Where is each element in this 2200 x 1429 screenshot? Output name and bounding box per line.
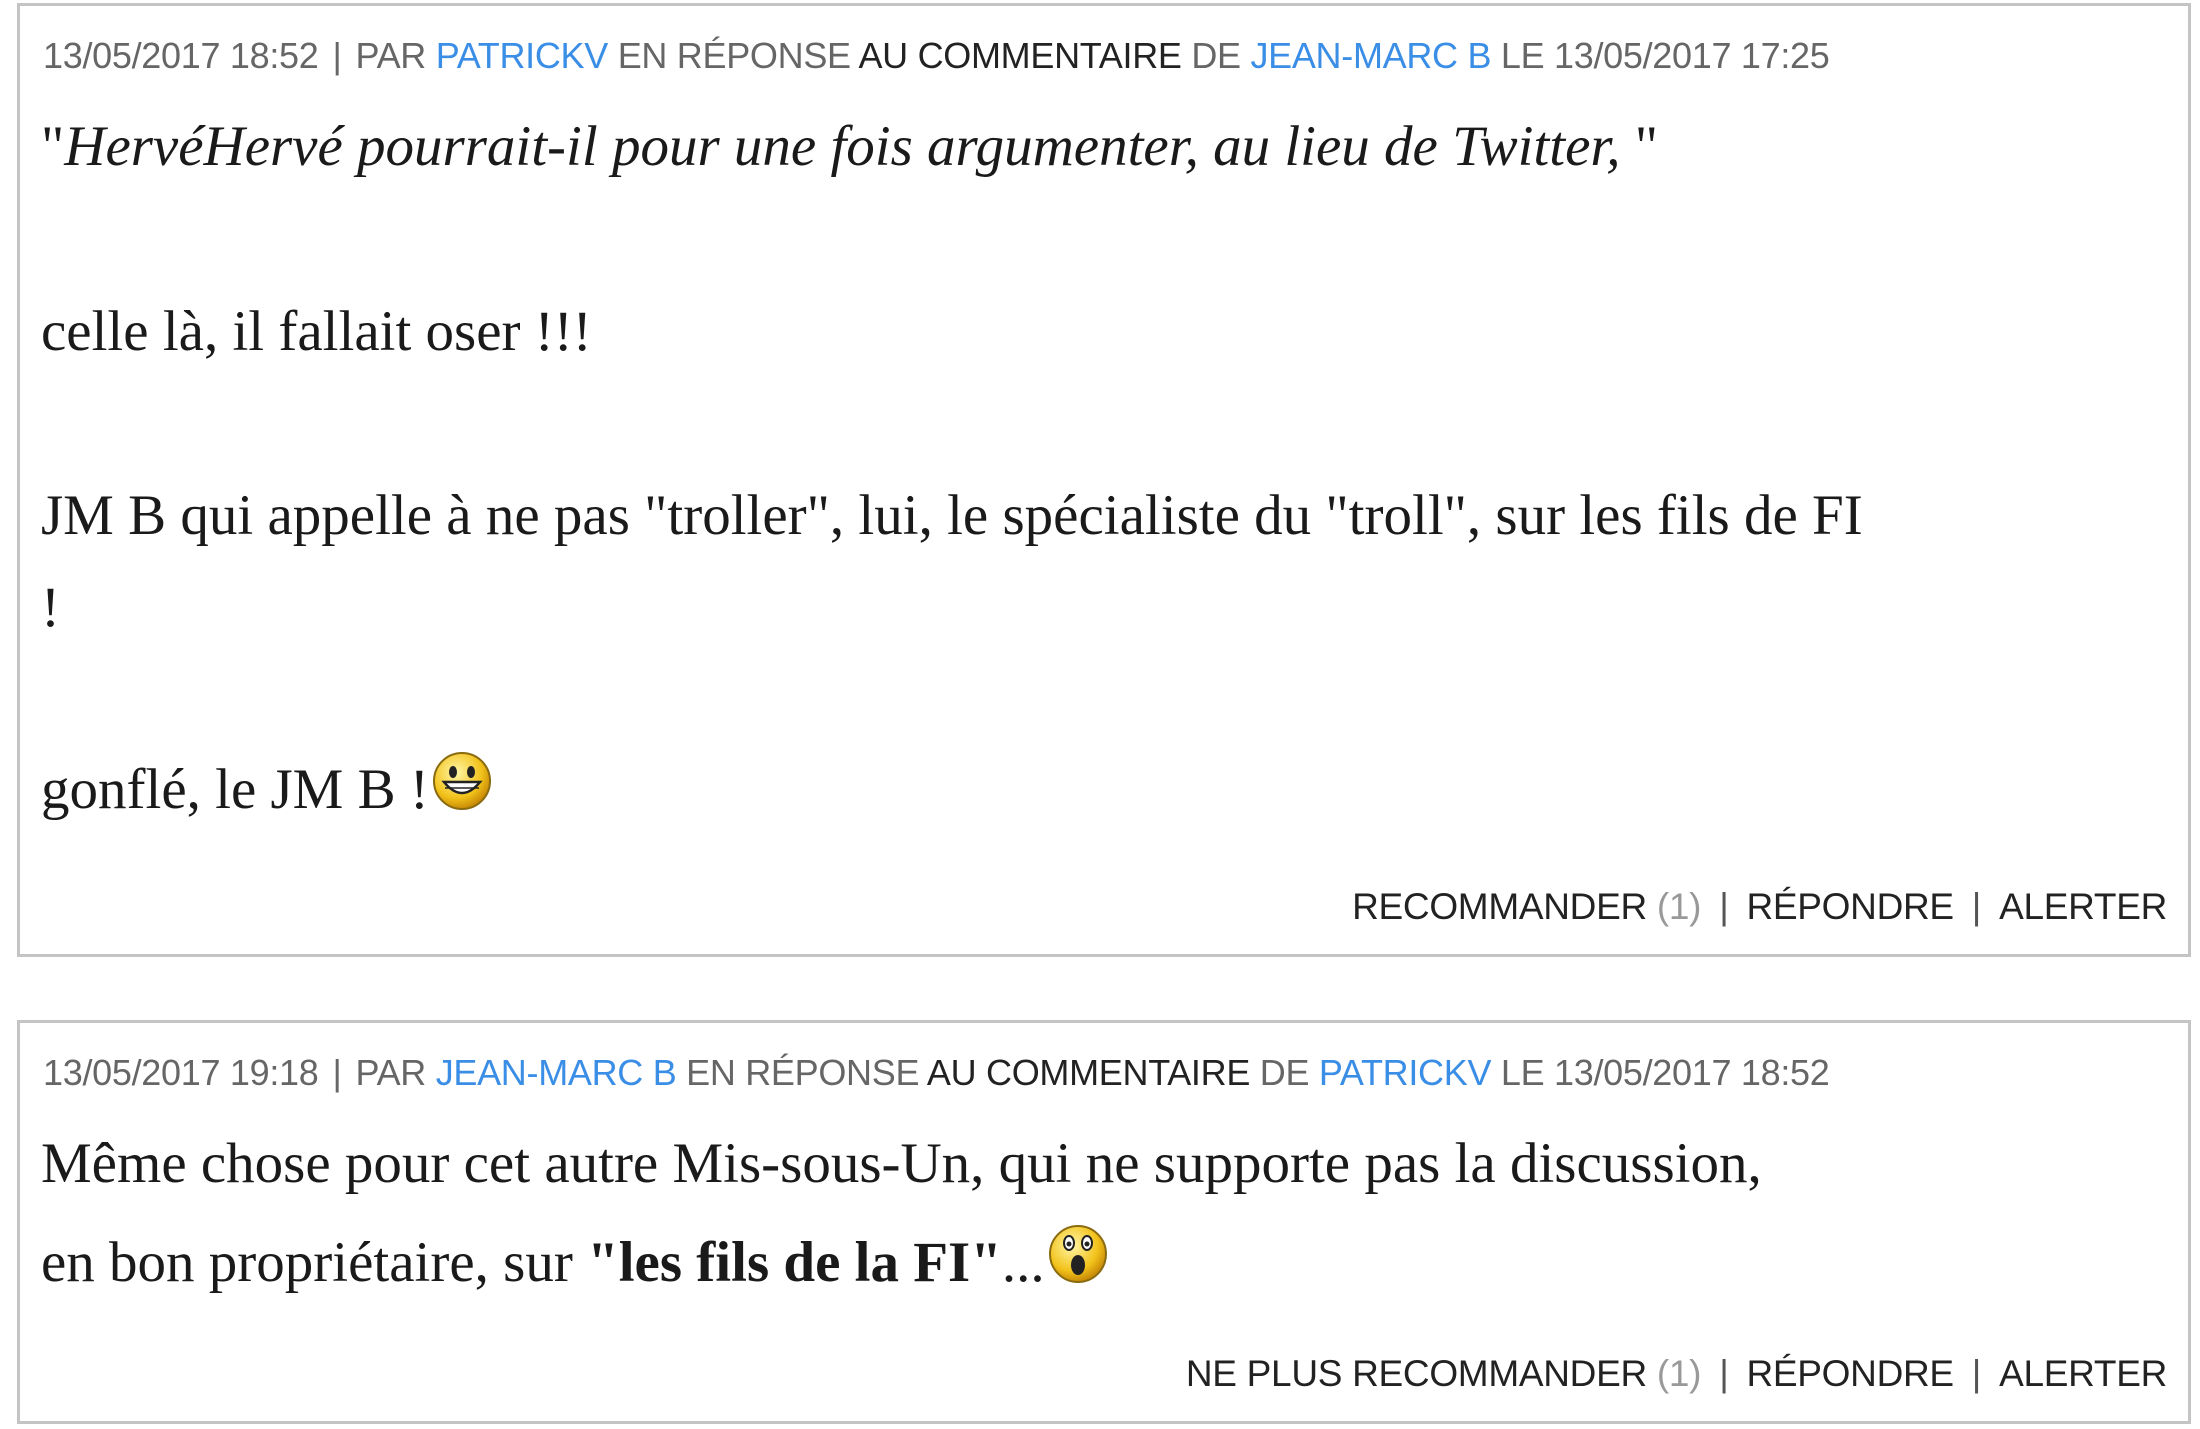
parent-author-link[interactable]: PATRICKV (1319, 1052, 1492, 1093)
bold-text: "les fils de la FI" (587, 1231, 1002, 1294)
comment-body-text: en bon propriétaire, sur (41, 1231, 588, 1294)
comment-body-line: ! (41, 576, 60, 639)
parent-comment-link[interactable]: AU COMMENTAIRE (927, 1052, 1250, 1093)
comment-meta: 13/05/2017 19:18 | PAR JEAN-MARC B EN RÉPO… (43, 1050, 1830, 1096)
comment-body-line: JM B qui appelle à ne pas "troller", lui… (41, 484, 1863, 547)
separator: | (1719, 1353, 1729, 1394)
meta-le: LE (1500, 1052, 1545, 1093)
comment: 13/05/2017 19:18 | PAR JEAN-MARC B EN RÉPO… (17, 1020, 2191, 1424)
meta-par: PAR (355, 1052, 427, 1093)
unrecommend-button[interactable]: NE PLUS RECOMMANDER (1) (1185, 1353, 1702, 1394)
separator: | (332, 35, 342, 76)
comment-body-line: Même chose pour cet autre Mis-sous-Un, q… (41, 1132, 1762, 1195)
ellipsis: ... (1001, 1231, 1045, 1294)
alert-button[interactable]: ALERTER (1999, 1353, 2167, 1394)
separator: | (1971, 1353, 1982, 1394)
recommend-count: (1) (1656, 886, 1702, 927)
separator: | (332, 1052, 342, 1093)
quote-mark: " (41, 115, 65, 178)
meta-par: PAR (355, 35, 427, 76)
comment-body-line: en bon propriétaire, sur "les fils de la… (41, 1223, 1109, 1295)
quote-mark: " (1634, 115, 1659, 178)
comment-body-text: gonflé, le JM B ! (41, 758, 429, 821)
parent-date: 13/05/2017 17:25 (1554, 35, 1830, 76)
alert-button[interactable]: ALERTER (1999, 886, 2167, 927)
smiley-surprised-icon (1048, 1225, 1107, 1283)
comment-date: 13/05/2017 19:18 (43, 1052, 319, 1093)
comment: 13/05/2017 18:52 | PAR PATRICKV EN RÉPONSE… (17, 3, 2191, 957)
comment-body-line: gonflé, le JM B ! (41, 750, 493, 822)
separator: | (1971, 886, 1982, 927)
comment-body-line: celle là, il fallait oser !!! (41, 300, 592, 363)
recommend-label: NE PLUS RECOMMANDER (1185, 1353, 1647, 1394)
comment-actions: NE PLUS RECOMMANDER (1) | RÉPONDRE | ALERTER (1186, 1353, 2167, 1395)
author-link[interactable]: JEAN-MARC B (436, 1052, 677, 1093)
meta-le: LE (1500, 35, 1545, 76)
recommend-count: (1) (1656, 1353, 1702, 1394)
reply-button[interactable]: RÉPONDRE (1747, 1353, 1955, 1394)
quoted-text: HervéHervé pourrait-il pour une fois arg… (64, 115, 1635, 178)
meta-en-reponse: EN RÉPONSE (686, 1052, 920, 1093)
meta-en-reponse: EN RÉPONSE (617, 35, 851, 76)
meta-de: DE (1259, 1052, 1310, 1093)
parent-date: 13/05/2017 18:52 (1554, 1052, 1830, 1093)
comment-actions: RECOMMANDER (1) | RÉPONDRE | ALERTER (1352, 886, 2167, 928)
smiley-grin-icon (432, 752, 491, 810)
recommend-button[interactable]: RECOMMANDER (1) (1352, 886, 1701, 927)
comment-meta: 13/05/2017 18:52 | PAR PATRICKV EN RÉPONSE… (43, 33, 1830, 79)
meta-de: DE (1191, 35, 1241, 76)
parent-author-link[interactable]: JEAN-MARC B (1250, 35, 1491, 76)
comment-body-line: "HervéHervé pourrait-il pour une fois ar… (41, 114, 1658, 179)
author-link[interactable]: PATRICKV (436, 35, 609, 76)
comment-date: 13/05/2017 18:52 (43, 35, 319, 76)
recommend-label: RECOMMANDER (1352, 886, 1647, 927)
reply-button[interactable]: RÉPONDRE (1747, 886, 1955, 927)
separator: | (1719, 886, 1729, 927)
parent-comment-link[interactable]: AU COMMENTAIRE (858, 35, 1181, 76)
